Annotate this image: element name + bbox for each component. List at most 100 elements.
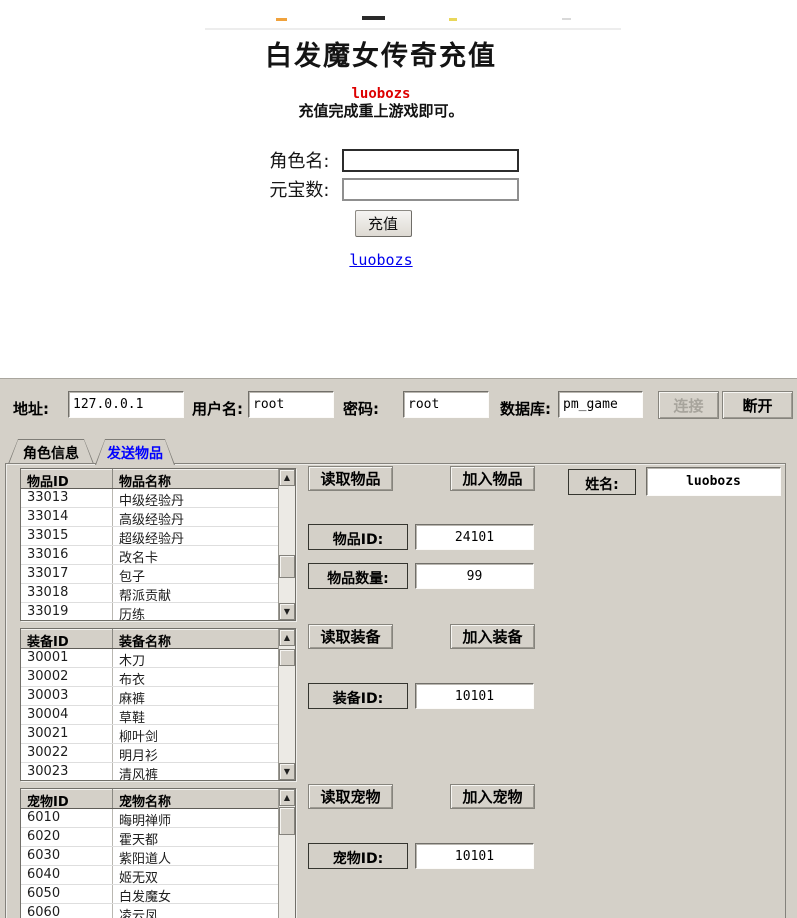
database-label: 数据库:	[500, 398, 551, 419]
address-input[interactable]	[68, 391, 184, 418]
screenshot-root: 白发魔女传奇充值 luobozs 充值完成重上游戏即可。 角色名: 元宝数: 充…	[0, 0, 797, 918]
table-row[interactable]: 33015超级经验丹	[21, 527, 278, 546]
table-row[interactable]: 30002布衣	[21, 668, 278, 687]
scroll-up-icon[interactable]: ▲	[279, 469, 295, 486]
table-row[interactable]: 30001木刀	[21, 649, 278, 668]
scroll-thumb[interactable]	[279, 807, 295, 835]
cell-id: 33016	[21, 546, 113, 564]
cell-name: 高级经验丹	[113, 508, 278, 526]
player-name-input[interactable]	[646, 467, 781, 496]
column-header[interactable]: 装备ID	[21, 629, 113, 648]
tab-role-info[interactable]: 角色信息	[8, 439, 94, 464]
cell-id: 33018	[21, 584, 113, 602]
recharge-webpage: 白发魔女传奇充值 luobozs 充值完成重上游戏即可。 角色名: 元宝数: 充…	[0, 0, 762, 378]
cell-id: 33013	[21, 489, 113, 507]
column-header[interactable]: 装备名称	[113, 629, 295, 648]
table-row[interactable]: 6040姬无双	[21, 866, 278, 885]
yuanbao-count-label: 元宝数:	[244, 176, 330, 202]
add-pets-button[interactable]: 加入宠物	[450, 784, 535, 809]
table-row[interactable]: 30003麻裤	[21, 687, 278, 706]
table-row[interactable]: 33013中级经验丹	[21, 489, 278, 508]
table-row[interactable]: 33019历练	[21, 603, 278, 621]
table-row[interactable]: 6020霍天都	[21, 828, 278, 847]
scroll-thumb[interactable]	[279, 649, 295, 666]
table-row[interactable]: 33018帮派贡献	[21, 584, 278, 603]
table-row[interactable]: 6030紫阳道人	[21, 847, 278, 866]
equips-table-body: 30001木刀30002布衣30003麻裤30004草鞋30021柳叶剑3002…	[21, 649, 278, 780]
table-row[interactable]: 30021柳叶剑	[21, 725, 278, 744]
tab-label: 角色信息	[8, 443, 94, 463]
scroll-down-icon[interactable]: ▼	[279, 763, 295, 780]
recharge-button[interactable]: 充值	[355, 210, 412, 237]
item-id-input[interactable]	[415, 524, 534, 550]
table-row[interactable]: 6050白发魔女	[21, 885, 278, 904]
db-password-label: 密码:	[343, 398, 379, 419]
read-equips-button[interactable]: 读取装备	[308, 624, 393, 649]
cell-name: 包子	[113, 565, 278, 583]
cell-id: 6030	[21, 847, 113, 865]
address-label: 地址:	[13, 398, 49, 419]
table-row[interactable]: 33016改名卡	[21, 546, 278, 565]
table-row[interactable]: 6010晦明禅师	[21, 809, 278, 828]
column-header[interactable]: 物品ID	[21, 469, 113, 488]
add-items-button[interactable]: 加入物品	[450, 466, 535, 491]
equip-id-input[interactable]	[415, 683, 534, 709]
cell-id: 33017	[21, 565, 113, 583]
table-row[interactable]: 30022明月衫	[21, 744, 278, 763]
pets-table-header: 宠物ID 宠物名称	[21, 789, 295, 809]
scroll-down-icon[interactable]: ▼	[279, 603, 295, 620]
cropped-header-artifact	[449, 18, 457, 21]
cropped-header-line	[205, 28, 621, 30]
tab-send-items[interactable]: 发送物品	[95, 439, 175, 465]
table-row[interactable]: 33017包子	[21, 565, 278, 584]
cropped-header-artifact	[276, 18, 287, 21]
yuanbao-count-input[interactable]	[342, 178, 519, 201]
equips-table-header: 装备ID 装备名称	[21, 629, 295, 649]
cropped-header-artifact	[362, 16, 385, 20]
cell-name: 姬无双	[113, 866, 278, 884]
item-id-label: 物品ID:	[308, 524, 408, 550]
item-qty-input[interactable]	[415, 563, 534, 589]
column-header[interactable]: 宠物ID	[21, 789, 113, 808]
page-title: 白发魔女传奇充值	[0, 34, 762, 73]
cell-name: 中级经验丹	[113, 489, 278, 507]
column-header[interactable]: 物品名称	[113, 469, 295, 488]
add-equips-button[interactable]: 加入装备	[450, 624, 535, 649]
table-row[interactable]: 33014高级经验丹	[21, 508, 278, 527]
cell-name: 麻裤	[113, 687, 278, 705]
scroll-thumb[interactable]	[279, 555, 295, 578]
player-name-label: 姓名:	[568, 469, 636, 495]
scroll-up-icon[interactable]: ▲	[279, 629, 295, 646]
scroll-up-icon[interactable]: ▲	[279, 789, 295, 806]
db-username-label: 用户名:	[192, 398, 243, 419]
cell-id: 33014	[21, 508, 113, 526]
cell-id: 6040	[21, 866, 113, 884]
table-row[interactable]: 6060凌云凤	[21, 904, 278, 918]
table-row[interactable]: 30004草鞋	[21, 706, 278, 725]
cell-id: 30021	[21, 725, 113, 743]
column-header[interactable]: 宠物名称	[113, 789, 295, 808]
table-row[interactable]: 30023清风裤	[21, 763, 278, 781]
equips-table-scrollbar[interactable]: ▲ ▼	[278, 629, 295, 780]
cell-name: 木刀	[113, 649, 278, 667]
items-table-body: 33013中级经验丹33014高级经验丹33015超级经验丹33016改名卡33…	[21, 489, 278, 620]
luobozs-link[interactable]: luobozs	[349, 251, 412, 269]
database-input[interactable]	[558, 391, 643, 418]
role-name-label: 角色名:	[244, 147, 330, 173]
connect-button[interactable]: 连接	[658, 391, 719, 419]
cell-id: 30004	[21, 706, 113, 724]
db-password-input[interactable]	[403, 391, 489, 418]
pet-id-input[interactable]	[415, 843, 534, 869]
items-table-scrollbar[interactable]: ▲ ▼	[278, 469, 295, 620]
pets-table-scrollbar[interactable]: ▲	[278, 789, 295, 918]
read-pets-button[interactable]: 读取宠物	[308, 784, 393, 809]
cell-id: 6010	[21, 809, 113, 827]
cell-name: 白发魔女	[113, 885, 278, 903]
role-name-input[interactable]	[342, 149, 519, 172]
db-username-input[interactable]	[248, 391, 334, 418]
cell-name: 霍天都	[113, 828, 278, 846]
cell-id: 30001	[21, 649, 113, 667]
pets-table: 宠物ID 宠物名称 6010晦明禅师6020霍天都6030紫阳道人6040姬无双…	[20, 788, 296, 918]
disconnect-button[interactable]: 断开	[722, 391, 793, 419]
read-items-button[interactable]: 读取物品	[308, 466, 393, 491]
